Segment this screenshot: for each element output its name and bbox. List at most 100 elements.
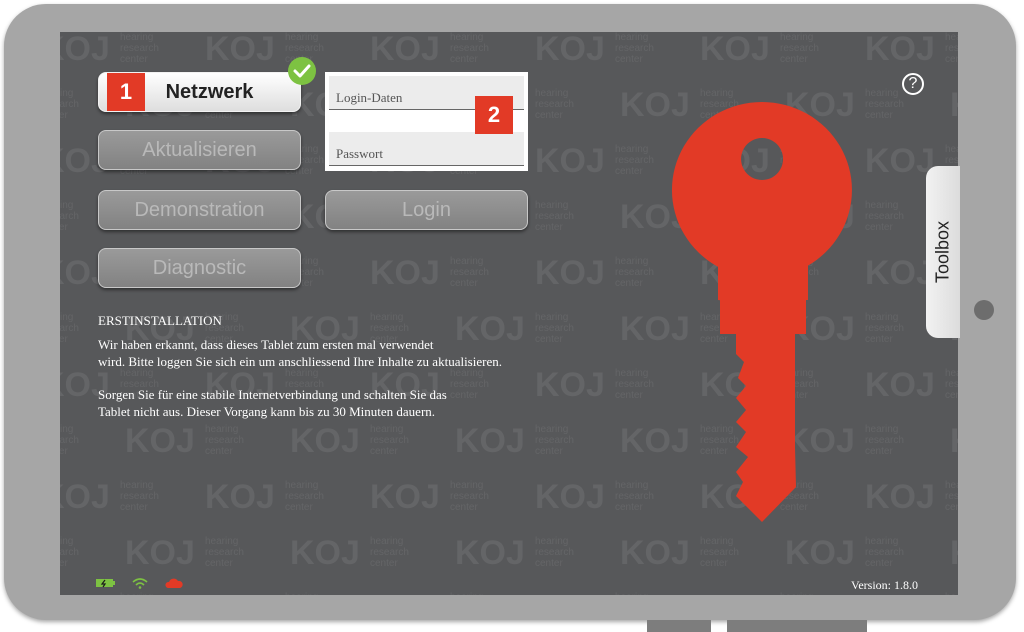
watermark-tagline: research	[450, 491, 489, 502]
watermark-tagline: hearing	[945, 592, 958, 595]
watermark-tagline: research	[535, 547, 574, 558]
watermark-tagline: center	[945, 390, 958, 401]
watermark-tagline: research	[865, 99, 904, 110]
watermark-tagline: research	[370, 435, 409, 446]
watermark-tagline: hearing	[60, 424, 73, 435]
install-para1-line2: wird. Bitte loggen Sie sich ein um ansch…	[98, 354, 502, 369]
watermark-tagline: research	[535, 435, 574, 446]
watermark-tagline: research	[535, 99, 574, 110]
watermark-tagline: hearing	[945, 32, 958, 43]
watermark-tagline: center	[615, 502, 643, 513]
watermark-logo: KOJ	[700, 590, 770, 595]
watermark-tagline: hearing	[780, 32, 813, 43]
watermark-logo: KOJ	[535, 590, 605, 595]
watermark-tagline: center	[205, 446, 233, 457]
watermark-logo: KOJ	[370, 478, 440, 516]
home-button[interactable]	[974, 300, 994, 320]
watermark-logo: KOJ	[950, 86, 958, 124]
demonstration-button-label: Demonstration	[134, 198, 265, 221]
watermark-tagline: hearing	[60, 88, 73, 99]
toolbox-label: Toolbox	[932, 220, 953, 284]
watermark-tagline: hearing	[535, 312, 568, 323]
watermark-tagline: research	[370, 323, 409, 334]
watermark-logo: KOJ	[125, 422, 195, 460]
watermark-tagline: hearing	[865, 88, 898, 99]
watermark-tagline: hearing	[615, 32, 648, 43]
watermark-tagline: center	[615, 54, 643, 65]
hardware-button-right	[727, 620, 867, 632]
watermark-tagline: research	[945, 491, 958, 502]
watermark-tagline: research	[945, 43, 958, 54]
watermark-tagline: center	[60, 222, 68, 233]
demonstration-button[interactable]: Demonstration	[98, 190, 301, 230]
watermark-tagline: research	[945, 379, 958, 390]
watermark-tagline: center	[945, 54, 958, 65]
watermark-tagline: hearing	[60, 536, 73, 547]
watermark-logo: KOJ	[535, 366, 605, 404]
watermark-tagline: hearing	[615, 592, 648, 595]
aktualisieren-button[interactable]: Aktualisieren	[98, 130, 301, 170]
diagnostic-button[interactable]: Diagnostic	[98, 248, 301, 288]
watermark-logo: KOJ	[865, 366, 935, 404]
watermark-tagline: hearing	[615, 480, 648, 491]
password-field[interactable]: Passwort	[329, 132, 524, 166]
watermark-logo: KOJ	[60, 32, 110, 68]
password-placeholder: Passwort	[336, 146, 383, 161]
watermark-tagline: center	[60, 110, 68, 121]
hardware-button-left	[647, 620, 711, 632]
watermark-tagline: research	[865, 547, 904, 558]
watermark-tagline: center	[370, 446, 398, 457]
watermark-tagline: center	[535, 558, 563, 569]
watermark-tagline: research	[450, 267, 489, 278]
watermark-logo: KOJ	[205, 478, 275, 516]
watermark-tagline: hearing	[450, 592, 483, 595]
watermark-tagline: research	[535, 211, 574, 222]
toolbox-tab[interactable]: Toolbox	[926, 166, 960, 338]
watermark-tagline: hearing	[60, 312, 73, 323]
watermark-logo: KOJ	[535, 478, 605, 516]
login-button-label: Login	[402, 198, 451, 221]
watermark-tagline: research	[615, 155, 654, 166]
watermark-logo: KOJ	[370, 590, 440, 595]
watermark-tagline: center	[205, 558, 233, 569]
watermark-tagline: center	[535, 110, 563, 121]
watermark-tagline: hearing	[450, 32, 483, 43]
cloud-icon	[165, 578, 183, 588]
check-icon	[288, 57, 316, 85]
watermark-tagline: hearing	[120, 592, 153, 595]
watermark-tagline: research	[120, 491, 159, 502]
battery-charging-icon	[96, 579, 115, 588]
watermark-tagline: research	[865, 211, 904, 222]
watermark-tagline: hearing	[370, 536, 403, 547]
watermark-tagline: center	[60, 334, 68, 345]
watermark-tagline: center	[535, 222, 563, 233]
watermark-tagline: center	[780, 54, 808, 65]
login-button[interactable]: Login	[325, 190, 528, 230]
aktualisieren-button-label: Aktualisieren	[142, 138, 257, 161]
watermark-tagline: hearing	[60, 200, 73, 211]
watermark-tagline: research	[780, 43, 819, 54]
watermark-tagline: research	[60, 435, 79, 446]
watermark-tagline: research	[120, 43, 159, 54]
watermark-logo: KOJ	[205, 32, 275, 68]
watermark-tagline: hearing	[945, 480, 958, 491]
watermark-tagline: research	[450, 379, 489, 390]
watermark-tagline: hearing	[780, 592, 813, 595]
watermark-logo: KOJ	[370, 254, 440, 292]
watermark-tagline: hearing	[285, 592, 318, 595]
watermark-tagline: center	[615, 390, 643, 401]
watermark-tagline: research	[865, 435, 904, 446]
watermark-tagline: hearing	[615, 144, 648, 155]
watermark-tagline: hearing	[535, 200, 568, 211]
help-icon[interactable]: ?	[902, 73, 924, 95]
watermark-logo: KOJ	[290, 534, 360, 572]
watermark-tagline: hearing	[535, 424, 568, 435]
watermark-tagline: hearing	[285, 32, 318, 43]
watermark-tagline: research	[60, 99, 79, 110]
watermark-tagline: hearing	[120, 480, 153, 491]
watermark-tagline: hearing	[865, 200, 898, 211]
watermark-tagline: research	[285, 491, 324, 502]
watermark-tagline: hearing	[205, 536, 238, 547]
watermark-logo: KOJ	[950, 422, 958, 460]
watermark-tagline: center	[535, 446, 563, 457]
